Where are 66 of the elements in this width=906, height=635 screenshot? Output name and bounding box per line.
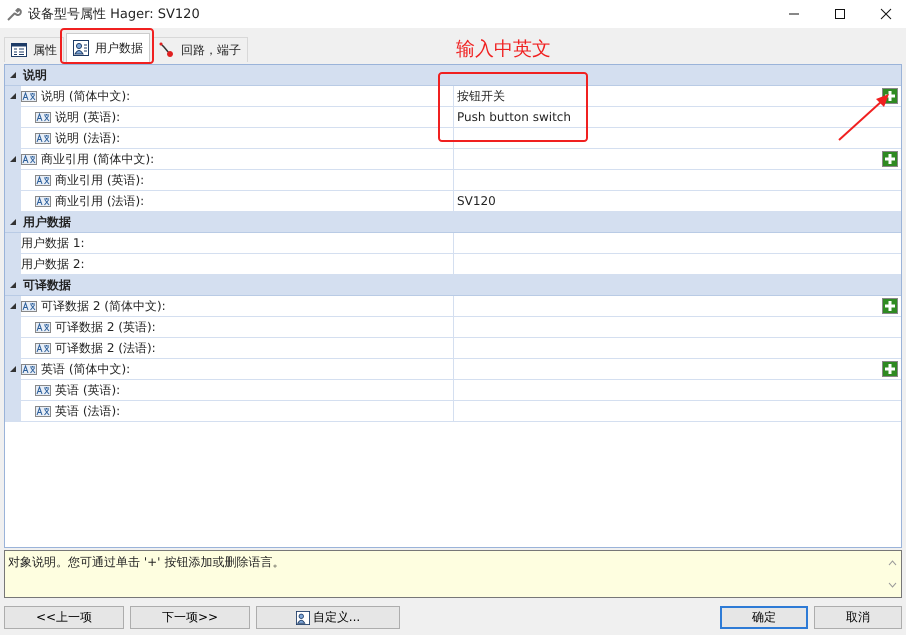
description-text: 对象说明。您可通过单击 '+' 按钮添加或删除语言。 — [8, 554, 286, 571]
add-language-button[interactable] — [882, 298, 898, 314]
property-label: 英语 (简体中文): — [41, 360, 130, 378]
expand-icon[interactable] — [9, 92, 17, 100]
close-icon[interactable] — [880, 8, 892, 20]
circuit-icon — [159, 42, 175, 58]
translation-icon — [35, 322, 51, 332]
property-label: 说明 (法语): — [55, 130, 120, 146]
expand-icon[interactable] — [9, 218, 17, 226]
wrench-icon — [6, 6, 22, 22]
property-label: 可译数据 2 (英语): — [55, 318, 156, 336]
property-value: Push button switch — [457, 110, 572, 124]
property-label: 商业引用 (简体中文): — [41, 150, 154, 168]
property-label: 可译数据 2 (法语): — [55, 340, 156, 356]
dialog-button[interactable]: <<上一项 — [4, 606, 124, 629]
expand-icon[interactable] — [9, 365, 17, 373]
translation-icon — [35, 384, 51, 396]
add-language-button[interactable] — [882, 151, 898, 167]
tab[interactable]: 回路，端子 — [152, 37, 248, 62]
scroll-down-icon[interactable] — [888, 582, 896, 588]
dialog-button[interactable]: 下一项>> — [130, 606, 250, 629]
value-field[interactable]: Push button switch — [454, 107, 901, 127]
expand-icon[interactable] — [9, 155, 17, 163]
translation-icon — [21, 364, 37, 374]
group-header[interactable]: 可译数据 — [5, 275, 901, 296]
translation-icon — [35, 342, 51, 354]
translation-icon — [21, 154, 37, 164]
maximize-icon[interactable] — [834, 8, 846, 20]
property-label: 说明 (英语): — [55, 108, 120, 126]
translation-icon — [21, 300, 37, 312]
group-header[interactable]: 用户数据 — [5, 212, 901, 233]
expand-icon[interactable] — [9, 281, 17, 289]
property-label: 英语 (英语): — [55, 382, 120, 398]
property-label: 用户数据 1: — [21, 234, 84, 252]
translation-icon — [35, 406, 51, 416]
dialog-button[interactable]: 自定义... — [256, 606, 400, 629]
translation-icon — [35, 196, 51, 206]
user-card-icon — [296, 610, 310, 624]
add-language-button[interactable] — [882, 361, 898, 377]
translation-icon — [35, 112, 51, 122]
expand-icon[interactable] — [9, 71, 17, 79]
translation-icon — [35, 132, 51, 144]
property-label: 商业引用 (法语): — [55, 192, 144, 210]
tab[interactable]: 属性 — [4, 37, 64, 62]
property-label: 可译数据 2 (简体中文): — [41, 298, 166, 314]
window-title: 设备型号属性 Hager: SV120 — [28, 6, 200, 23]
annotation-text: 输入中英文 — [456, 37, 551, 62]
dialog-button[interactable]: 取消 — [814, 606, 902, 629]
value-field[interactable]: 按钮开关 — [454, 86, 901, 106]
annotation-arrow — [838, 93, 890, 141]
value-field[interactable]: SV120 — [454, 191, 901, 211]
expand-icon[interactable] — [9, 302, 17, 310]
group-header[interactable]: 说明 — [5, 65, 901, 86]
list-icon — [11, 43, 27, 57]
property-label: 用户数据 2: — [21, 256, 84, 272]
property-value: 按钮开关 — [457, 88, 505, 104]
translation-icon — [35, 174, 51, 186]
property-value: SV120 — [457, 194, 496, 208]
translation-icon — [21, 90, 37, 102]
property-label: 英语 (法语): — [55, 402, 120, 420]
property-label: 说明 (简体中文): — [41, 88, 130, 104]
scroll-up-icon[interactable] — [888, 560, 896, 566]
tab[interactable]: 用户数据 — [66, 33, 150, 62]
property-label: 商业引用 (英语): — [55, 172, 144, 188]
user-card-icon — [73, 40, 89, 56]
dialog-button[interactable]: 确定 — [720, 606, 808, 629]
